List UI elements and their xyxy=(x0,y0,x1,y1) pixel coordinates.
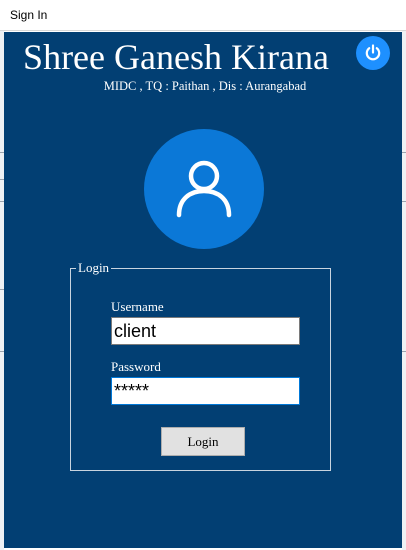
avatar xyxy=(144,129,264,249)
login-groupbox: Login Username Password Login xyxy=(70,260,331,471)
username-label: Username xyxy=(111,299,164,314)
edge-tick xyxy=(402,351,406,352)
login-group-title: Login xyxy=(76,260,112,276)
user-icon xyxy=(176,160,232,218)
shop-name: Shree Ganesh Kirana xyxy=(23,37,329,77)
edge-tick xyxy=(402,201,406,202)
login-button[interactable]: Login xyxy=(161,427,245,456)
shop-address: MIDC , TQ : Paithan , Dis : Aurangabad xyxy=(103,79,307,93)
password-input[interactable] xyxy=(111,377,300,405)
right-window-edge xyxy=(402,31,406,550)
password-label: Password xyxy=(111,359,161,374)
power-icon xyxy=(365,44,381,61)
window-title: Sign In xyxy=(10,8,48,22)
username-input[interactable] xyxy=(111,317,300,345)
title-bar: Sign In xyxy=(0,0,406,31)
power-button[interactable] xyxy=(356,36,390,70)
sign-in-window: Sign In Shree Ganesh Kirana MIDC , TQ : … xyxy=(0,0,406,550)
login-panel: Shree Ganesh Kirana MIDC , TQ : Paithan … xyxy=(4,32,402,548)
edge-tick xyxy=(402,152,406,153)
